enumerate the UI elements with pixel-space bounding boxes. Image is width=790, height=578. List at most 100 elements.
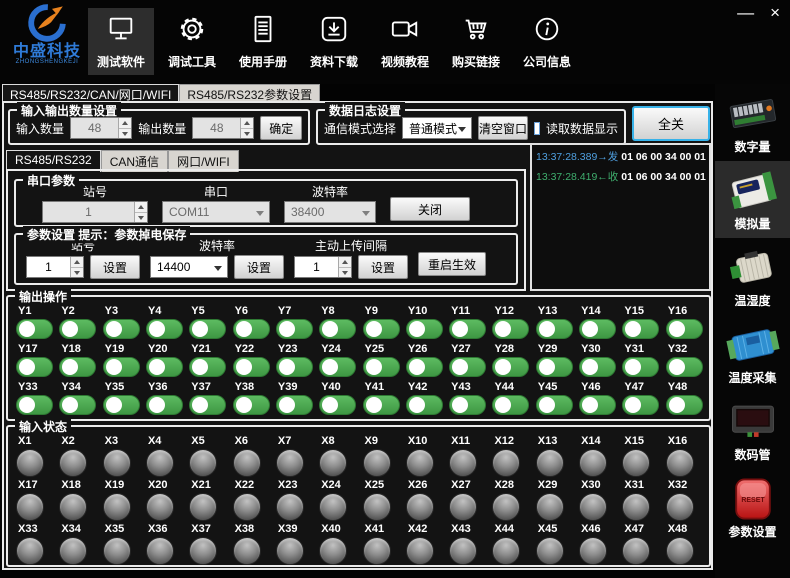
output-toggle-switch[interactable] xyxy=(146,395,183,415)
output-count-spinner[interactable]: 48 xyxy=(192,117,254,139)
sidebar-item[interactable]: 温湿度 xyxy=(715,238,790,315)
read-data-checkbox[interactable] xyxy=(534,122,540,135)
output-toggle-switch[interactable] xyxy=(189,357,226,377)
output-toggle-switch[interactable] xyxy=(449,319,486,339)
output-toggle-switch[interactable] xyxy=(59,319,96,339)
output-toggle-switch[interactable] xyxy=(319,395,356,415)
output-toggle-switch[interactable] xyxy=(146,357,183,377)
main-tab[interactable]: RS485/RS232参数设置 xyxy=(179,84,320,101)
output-toggle-switch[interactable] xyxy=(16,395,53,415)
output-toggle-switch[interactable] xyxy=(103,319,140,339)
spinner-up-icon[interactable] xyxy=(119,118,131,129)
output-toggle-switch[interactable] xyxy=(103,357,140,377)
output-toggle-switch[interactable] xyxy=(276,357,313,377)
clear-window-button[interactable]: 清空窗口 xyxy=(478,116,528,140)
param-station-spinner[interactable]: 1 xyxy=(26,256,84,278)
input-channel: X28 xyxy=(490,479,533,523)
main-tab[interactable]: RS485/RS232/CAN/网口/WIFI xyxy=(2,84,179,101)
output-channel: Y23 xyxy=(274,343,317,381)
output-toggle-switch[interactable] xyxy=(406,319,443,339)
output-toggle-switch[interactable] xyxy=(189,395,226,415)
input-channel-label: X33 xyxy=(16,523,38,535)
toolbar-item[interactable]: 购买链接 xyxy=(443,8,509,75)
output-toggle-switch[interactable] xyxy=(319,357,356,377)
upload-interval-spinner[interactable]: 1 xyxy=(294,256,352,278)
output-toggle-switch[interactable] xyxy=(622,357,659,377)
log-timestamp: 13:37:28.419←收 xyxy=(536,171,618,183)
output-toggle-switch[interactable] xyxy=(536,319,573,339)
output-toggle-switch[interactable] xyxy=(233,395,270,415)
all-off-button[interactable]: 全关 xyxy=(632,106,710,141)
output-toggle-switch[interactable] xyxy=(59,357,96,377)
output-toggle-switch[interactable] xyxy=(59,395,96,415)
sidebar-item[interactable]: 数码管 xyxy=(715,392,790,469)
output-toggle-switch[interactable] xyxy=(579,357,616,377)
serial-station-value: 1 xyxy=(43,205,134,219)
set-interval-button[interactable]: 设置 xyxy=(358,255,408,279)
confirm-button[interactable]: 确定 xyxy=(260,116,302,140)
output-toggle-switch[interactable] xyxy=(449,357,486,377)
output-toggle-switch[interactable] xyxy=(319,319,356,339)
toolbar-item[interactable]: 使用手册 xyxy=(230,8,296,75)
spinner-down-icon[interactable] xyxy=(119,129,131,139)
toolbar-item[interactable]: 测试软件 xyxy=(88,8,154,75)
spinner-down-icon[interactable] xyxy=(71,268,83,278)
serial-close-button[interactable]: 关闭 xyxy=(390,197,470,221)
comm-mode-label: 通信模式选择 xyxy=(324,120,396,137)
output-toggle-switch[interactable] xyxy=(449,395,486,415)
output-toggle-switch[interactable] xyxy=(666,357,703,377)
output-toggle-switch[interactable] xyxy=(579,395,616,415)
restart-apply-button[interactable]: 重启生效 xyxy=(418,252,486,276)
output-toggle-switch[interactable] xyxy=(666,319,703,339)
output-toggle-switch[interactable] xyxy=(579,319,616,339)
serial-baud-select[interactable]: 38400 xyxy=(284,201,376,223)
output-toggle-switch[interactable] xyxy=(103,395,140,415)
output-toggle-switch[interactable] xyxy=(276,319,313,339)
output-toggle-switch[interactable] xyxy=(363,319,400,339)
output-toggle-switch[interactable] xyxy=(363,395,400,415)
serial-station-spinner[interactable]: 1 xyxy=(42,201,148,223)
output-toggle-switch[interactable] xyxy=(406,357,443,377)
toolbar-item[interactable]: 资料下载 xyxy=(301,8,367,75)
comm-mode-select[interactable]: 普通模式 xyxy=(402,117,472,139)
output-toggle-switch[interactable] xyxy=(16,319,53,339)
output-toggle-switch[interactable] xyxy=(666,395,703,415)
output-toggle-switch[interactable] xyxy=(16,357,53,377)
sidebar-item[interactable]: 数字量 xyxy=(715,84,790,161)
output-toggle-switch[interactable] xyxy=(276,395,313,415)
input-count-spinner[interactable]: 48 xyxy=(70,117,132,139)
output-toggle-switch[interactable] xyxy=(536,395,573,415)
output-toggle-switch[interactable] xyxy=(363,357,400,377)
output-toggle-switch[interactable] xyxy=(492,395,529,415)
output-channel-label: Y21 xyxy=(189,343,211,355)
sidebar-item[interactable]: RESET 参数设置 xyxy=(715,469,790,546)
close-button[interactable]: × xyxy=(770,2,780,24)
output-toggle-switch[interactable] xyxy=(622,319,659,339)
spinner-down-icon[interactable] xyxy=(135,213,147,223)
spinner-up-icon[interactable] xyxy=(339,257,351,268)
minimize-button[interactable]: — xyxy=(737,2,754,24)
set-station-button[interactable]: 设置 xyxy=(90,255,140,279)
output-toggle-switch[interactable] xyxy=(146,319,183,339)
output-toggle-switch[interactable] xyxy=(233,319,270,339)
output-toggle-switch[interactable] xyxy=(622,395,659,415)
set-baud-button[interactable]: 设置 xyxy=(234,255,284,279)
sidebar-item[interactable]: 模拟量 xyxy=(715,161,790,238)
spinner-down-icon[interactable] xyxy=(241,129,253,139)
output-toggle-switch[interactable] xyxy=(406,395,443,415)
toolbar-item[interactable]: 公司信息 xyxy=(514,8,580,75)
serial-port-select[interactable]: COM11 xyxy=(162,201,270,223)
output-toggle-switch[interactable] xyxy=(189,319,226,339)
toolbar-item[interactable]: 调试工具 xyxy=(159,8,225,75)
spinner-down-icon[interactable] xyxy=(339,268,351,278)
spinner-up-icon[interactable] xyxy=(241,118,253,129)
sidebar-item[interactable]: 温度采集 xyxy=(715,315,790,392)
param-baud-select[interactable]: 14400 xyxy=(150,256,228,278)
output-toggle-switch[interactable] xyxy=(492,319,529,339)
output-toggle-switch[interactable] xyxy=(233,357,270,377)
spinner-up-icon[interactable] xyxy=(135,202,147,213)
output-toggle-switch[interactable] xyxy=(536,357,573,377)
toolbar-item[interactable]: 视频教程 xyxy=(372,8,438,75)
spinner-up-icon[interactable] xyxy=(71,257,83,268)
output-toggle-switch[interactable] xyxy=(492,357,529,377)
